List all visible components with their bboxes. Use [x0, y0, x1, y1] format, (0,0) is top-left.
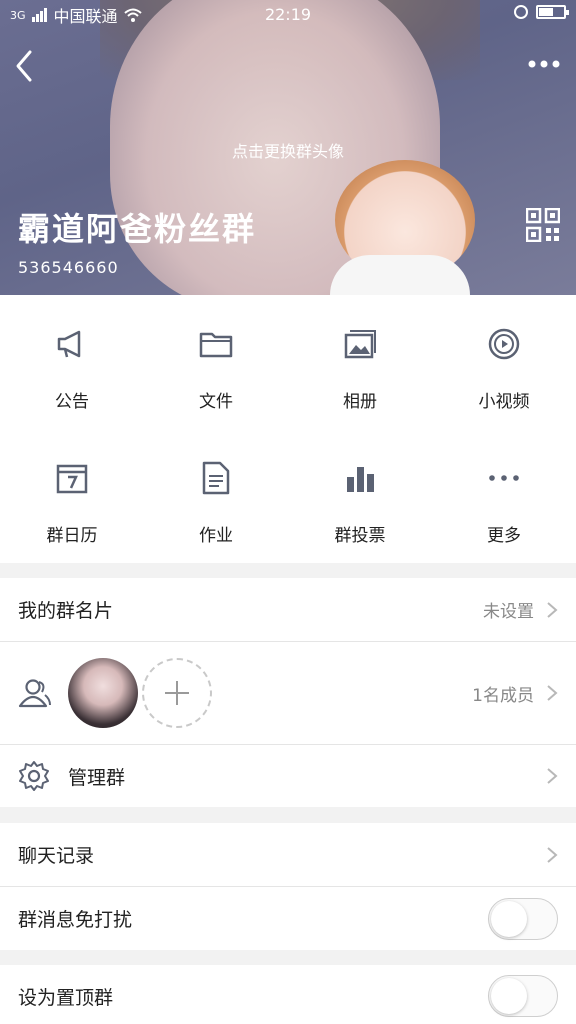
chat-history-label: 聊天记录: [18, 845, 95, 867]
pin-group-row: 设为置顶群: [0, 965, 576, 1024]
grid-item-label: 群日历: [46, 526, 98, 546]
grid-item-label: 相册: [343, 392, 377, 412]
pin-group-label: 设为置顶群: [18, 986, 114, 1009]
cover-sticker-body: [330, 255, 470, 295]
function-grid: 公告 文件 相册 小视频 群日历 作业 群投票 更多: [0, 295, 576, 563]
gear-icon: [19, 761, 49, 791]
chevron-right-icon: [547, 768, 558, 784]
document-icon: [202, 461, 230, 495]
mute-messages-label: 群消息免打扰: [18, 909, 133, 931]
more-options-icon[interactable]: [526, 52, 562, 76]
grid-item-label: 群投票: [334, 526, 386, 546]
member-avatar[interactable]: [68, 658, 138, 728]
chevron-right-icon: [547, 601, 558, 618]
video-icon: [488, 328, 520, 360]
grid-item-calendar[interactable]: 群日历: [0, 429, 144, 563]
clock: 22:19: [264, 5, 312, 24]
toggle-knob: [491, 900, 527, 937]
grid-item-label: 更多: [487, 526, 521, 546]
status-bar: 3G 中国联通 22:19: [0, 0, 576, 30]
more-dots-icon: [489, 475, 519, 481]
grid-item-label: 小视频: [478, 392, 530, 412]
back-arrow-icon[interactable]: [10, 46, 40, 86]
group-name: 霸道阿爸粉丝群: [18, 210, 257, 248]
chat-history-row[interactable]: 聊天记录: [0, 823, 576, 886]
group-id: 536546660: [18, 258, 119, 277]
change-avatar-hint[interactable]: 点击更换群头像: [0, 138, 576, 162]
chevron-right-icon: [547, 685, 558, 701]
grid-item-label: 作业: [199, 526, 233, 546]
alarm-icon: [514, 5, 528, 19]
manage-group-label: 管理群: [68, 766, 126, 789]
plus-icon: [165, 681, 189, 705]
my-group-card-value: 未设置: [483, 602, 534, 622]
my-group-card-row[interactable]: 我的群名片 未设置: [0, 578, 576, 641]
bar-chart-icon: [347, 467, 374, 492]
members-icon: [18, 679, 51, 708]
toggle-knob: [491, 978, 527, 1014]
battery-icon: [536, 5, 569, 19]
add-member-button[interactable]: [142, 658, 212, 728]
folder-icon: [199, 332, 233, 358]
my-group-card-label: 我的群名片: [18, 600, 114, 622]
grid-item-label: 文件: [199, 392, 233, 412]
grid-item-album[interactable]: 相册: [288, 295, 432, 429]
megaphone-icon: [57, 330, 81, 358]
grid-item-files[interactable]: 文件: [144, 295, 288, 429]
grid-item-more[interactable]: 更多: [432, 429, 576, 563]
photo-album-icon: [344, 330, 376, 359]
grid-item-short-video[interactable]: 小视频: [432, 295, 576, 429]
mute-messages-toggle[interactable]: [488, 897, 558, 940]
grid-item-vote[interactable]: 群投票: [288, 429, 432, 563]
member-count: 1名成员: [472, 685, 534, 706]
pin-group-toggle[interactable]: [488, 975, 558, 1017]
grid-item-announcement[interactable]: 公告: [0, 295, 144, 429]
grid-item-label: 公告: [55, 392, 89, 412]
mute-messages-row: 群消息免打扰: [0, 887, 576, 950]
grid-item-homework[interactable]: 作业: [144, 429, 288, 563]
members-row[interactable]: 1名成员: [0, 642, 576, 744]
group-header[interactable]: 3G 中国联通 22:19 点击更换群头像 霸道阿爸粉丝群 536546660: [0, 0, 576, 295]
manage-group-row[interactable]: 管理群: [0, 745, 576, 807]
chevron-right-icon: [547, 846, 558, 863]
qr-code-icon[interactable]: [526, 208, 560, 242]
calendar-icon: [56, 464, 88, 494]
